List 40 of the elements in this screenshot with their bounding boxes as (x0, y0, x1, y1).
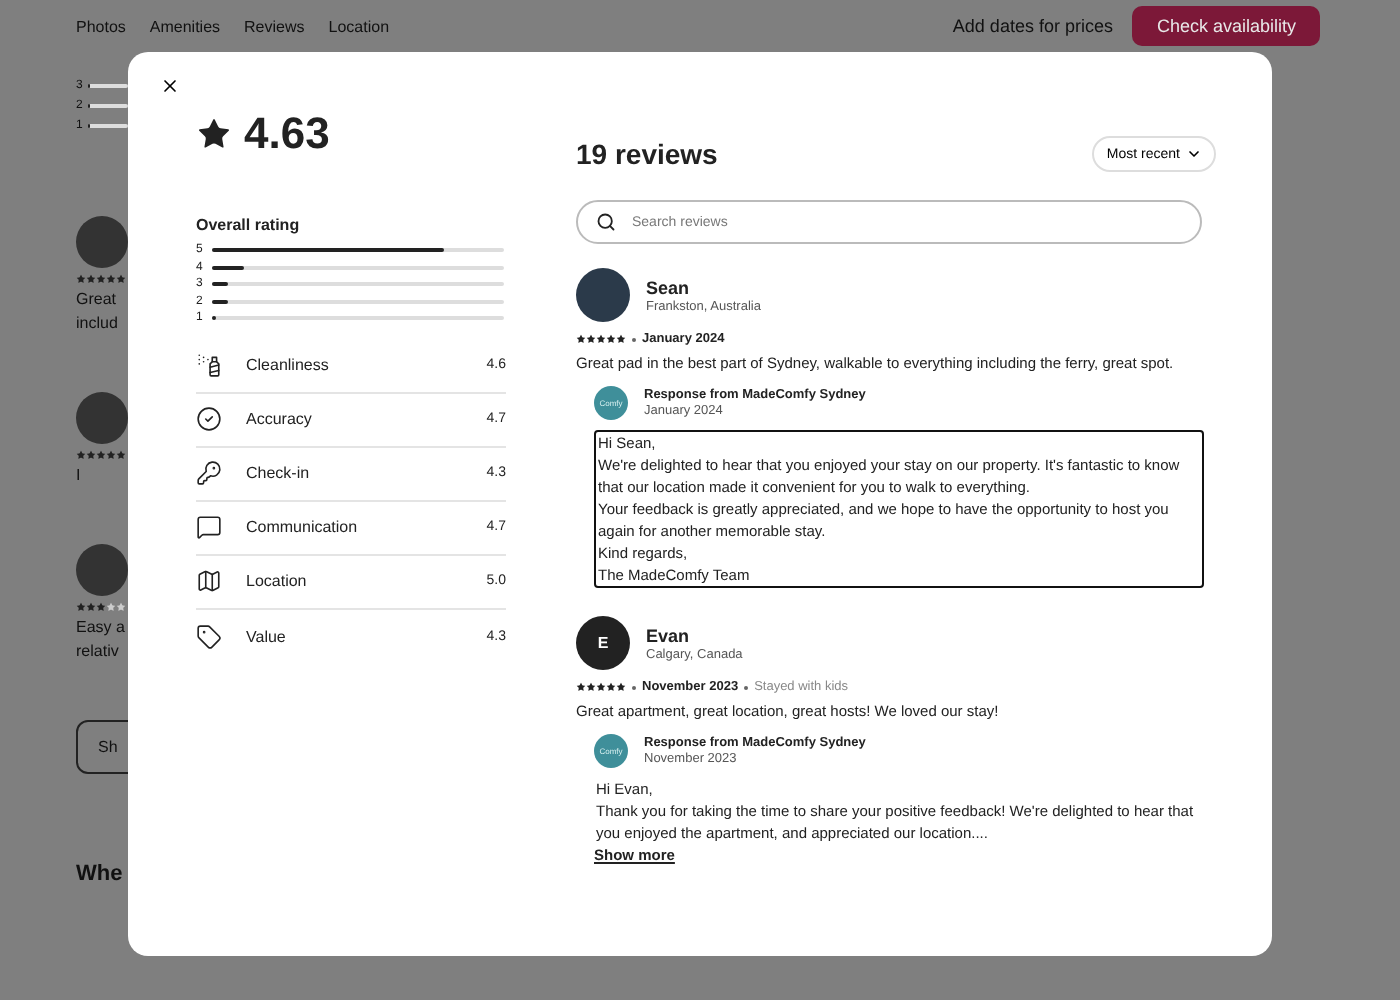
price-hint: Add dates for prices (952, 16, 1113, 36)
section-heading: Whe (76, 862, 123, 886)
chevron-down-icon (1186, 146, 1202, 162)
category-label: Communication (246, 518, 358, 536)
separator-dot (744, 685, 749, 689)
avatar-photo-placeholder (76, 216, 128, 268)
star-icon (196, 116, 232, 152)
review-text: Great (76, 290, 117, 308)
search-icon (596, 212, 616, 232)
avatar-photo-placeholder (76, 392, 128, 444)
separator-dot (632, 337, 636, 341)
close-icon (160, 76, 180, 96)
review-text: Easy a (76, 618, 125, 636)
category-label: Accuracy (246, 410, 312, 428)
nav-tab[interactable]: Photos (76, 17, 126, 35)
tag-icon (196, 623, 222, 649)
key-icon (196, 460, 222, 486)
speech-bubble-icon (196, 514, 222, 540)
category-label: Location (246, 572, 307, 590)
nav-tab[interactable]: Reviews (244, 17, 305, 35)
reviews-title: 19 reviews (576, 138, 718, 170)
review-text: includ (76, 314, 118, 332)
overall-rating-label: Overall rating (196, 216, 302, 234)
avatar-photo-placeholder (76, 544, 128, 596)
category-label: Check-in (246, 464, 310, 482)
average-rating: 4.63 (244, 108, 330, 160)
check-circle-icon (196, 406, 222, 432)
nav-tab[interactable]: Amenities (149, 17, 221, 35)
reviewer-name: Sean (646, 277, 692, 297)
separator-dot (632, 685, 636, 689)
category-label: Value (246, 627, 286, 645)
avatar-photo-placeholder (576, 268, 630, 322)
check-availability-button[interactable]: Check availability (1132, 6, 1320, 46)
avatar: E (576, 616, 630, 670)
reviewer-name: Evan (646, 625, 692, 645)
nav-tab[interactable]: Location (328, 17, 390, 35)
review-text: I (76, 466, 81, 484)
review-text: relativ (76, 642, 119, 660)
category-label: Cleanliness (246, 356, 329, 374)
map-icon (196, 568, 222, 594)
